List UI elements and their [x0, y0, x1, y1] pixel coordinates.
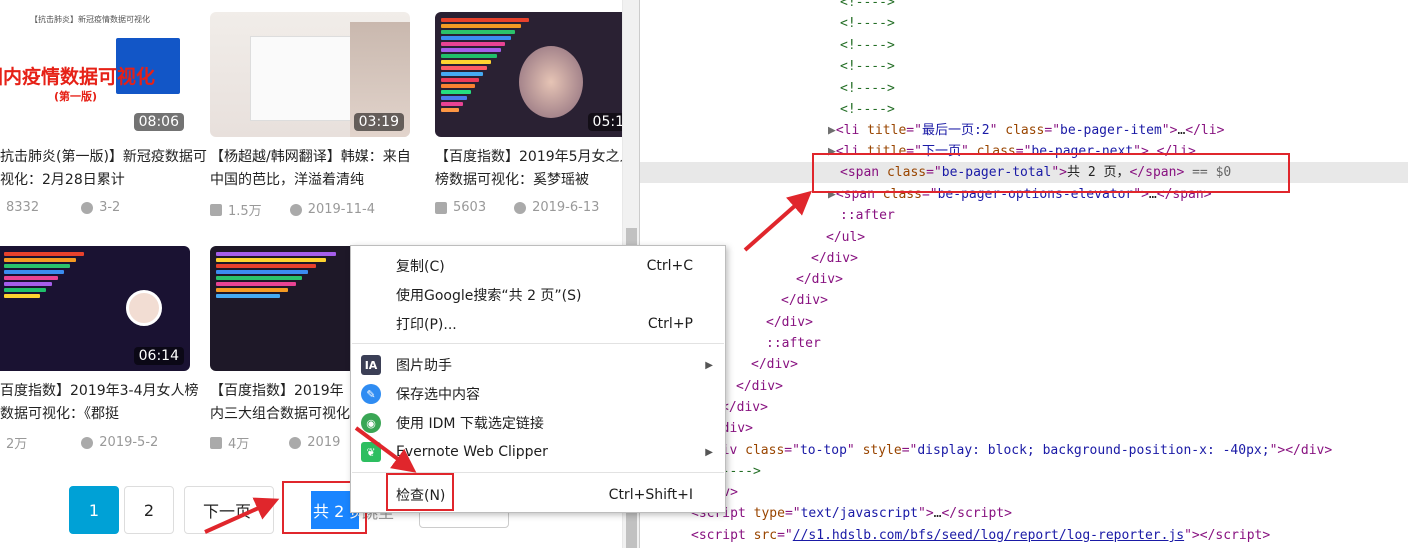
upload-date: 2019-11-4	[307, 202, 375, 217]
view-count: 1.5万	[228, 204, 262, 219]
video-meta: 2万 2019-5-2	[6, 433, 158, 452]
context-menu[interactable]: 复制(C) Ctrl+C 使用Google搜索“共 2 页”(S) 打印(P).…	[350, 245, 726, 513]
dom-close-div[interactable]: </div>	[640, 397, 1408, 418]
next-page-button[interactable]: 下一页	[184, 486, 274, 534]
clock-icon	[81, 201, 94, 214]
menu-item-copy[interactable]: 复制(C) Ctrl+C	[351, 252, 725, 280]
dom-close-div[interactable]: </div>	[640, 312, 1408, 333]
clock-icon	[514, 201, 527, 214]
video-meta: 1.5万 2019-11-4	[210, 200, 375, 219]
video-meta: 4万 2019	[210, 433, 340, 452]
dom-close-div[interactable]: </div>	[640, 482, 1408, 503]
page-1-button[interactable]: 1	[69, 486, 119, 534]
dom-close-div[interactable]: </div>	[640, 376, 1408, 397]
upload-date: 2019	[307, 435, 341, 450]
menu-item-save-selection[interactable]: ✎ 保存选中内容	[351, 380, 725, 408]
dom-close-div[interactable]: </div>	[640, 354, 1408, 375]
pen-icon: ✎	[361, 384, 381, 404]
dom-comment[interactable]: <!---->	[640, 99, 1408, 120]
dom-comment[interactable]: <!---->	[640, 56, 1408, 77]
idm-globe-icon: ◉	[361, 413, 381, 433]
dom-close-div[interactable]: </div>	[640, 290, 1408, 311]
menu-item-print[interactable]: 打印(P)... Ctrl+P	[351, 310, 725, 338]
video-thumbnail[interactable]: 03:19	[210, 12, 410, 137]
evernote-icon: ❦	[361, 442, 381, 462]
dom-node-span-elevator[interactable]: ▶<span class="be-pager-options-elevator"…	[640, 184, 1408, 205]
dom-pseudo-after[interactable]: ::after	[640, 333, 1408, 354]
video-title[interactable]: 【百度指数】2019年内三大组合数据可视化	[210, 380, 350, 426]
menu-item-google-search[interactable]: 使用Google搜索“共 2 页”(S)	[351, 281, 725, 309]
video-duration: 03:19	[353, 113, 404, 131]
clock-icon	[289, 203, 302, 216]
dom-comment[interactable]: <!---->	[640, 78, 1408, 99]
video-thumbnail[interactable]: 【抗击肺炎】新冠疫情数据可视化 国内疫情数据可视化 (第一版) 08:06	[0, 12, 190, 137]
bar-chart-graphic	[4, 252, 84, 300]
view-count: 8332	[6, 200, 40, 215]
dom-close-div[interactable]: </div>	[640, 248, 1408, 269]
video-title[interactable]: 百度指数】2019年3-4月女人榜数据可视化：《郡挺	[0, 380, 210, 426]
submenu-arrow-icon: ▶	[705, 359, 713, 371]
video-duration: 08:06	[133, 113, 184, 131]
dom-close-div[interactable]: </div>	[640, 269, 1408, 290]
devtools-elements-panel: ••• <!----> <!----> <!----> <!----> <!--…	[639, 0, 1408, 548]
play-icon	[435, 201, 447, 214]
dom-node-li-last[interactable]: ▶<li title="最后一页:2" class="be-pager-item…	[640, 120, 1408, 141]
menu-separator	[352, 472, 724, 473]
clock-icon	[81, 436, 94, 449]
video-thumbnail[interactable]: 05:1	[435, 12, 622, 137]
play-icon	[210, 436, 222, 449]
view-count: 5603	[453, 200, 487, 215]
upload-date: 2019-6-13	[532, 200, 600, 215]
menu-item-inspect[interactable]: 检查(N) Ctrl+Shift+I	[351, 481, 725, 509]
dom-comment[interactable]: <!---->	[640, 13, 1408, 34]
dom-comment[interactable]: <!---->	[640, 35, 1408, 56]
dom-close-ul[interactable]: </ul>	[640, 227, 1408, 248]
menu-item-image-assistant[interactable]: IA 图片助手 ▶	[351, 351, 725, 379]
video-duration: 05:1	[587, 113, 622, 131]
dom-node-script[interactable]: <script type="text/javascript">…</script…	[640, 503, 1408, 524]
bar-chart-graphic	[441, 18, 529, 114]
dom-node-span-total[interactable]: <span class="be-pager-total">共 2 页，</spa…	[640, 162, 1408, 183]
thumbnail-subtext: (第一版)	[54, 90, 98, 103]
dom-node-div-to-top[interactable]: <div class="to-top" style="display: bloc…	[640, 440, 1408, 461]
dom-comment[interactable]: <!---->	[640, 461, 1408, 482]
upload-date: 2019-5-2	[99, 435, 159, 450]
video-title[interactable]: 【杨超越/韩网翻译】韩媒：来自中国的芭比，洋溢着清纯	[210, 146, 420, 192]
thumbnail-person	[126, 290, 162, 326]
video-meta: 8332 3-2	[6, 200, 120, 215]
dom-node-script-src[interactable]: <script src="//s1.hdslb.com/bfs/seed/log…	[640, 525, 1408, 546]
thumbnail-header: 【抗击肺炎】新冠疫情数据可视化	[30, 15, 150, 24]
menu-item-idm-download[interactable]: ◉ 使用 IDM 下载选定链接	[351, 409, 725, 437]
dom-node-li-next[interactable]: ▶<li title="下一页" class="be-pager-next">……	[640, 141, 1408, 162]
video-duration: 06:14	[133, 347, 184, 365]
video-thumbnail[interactable]: 06:14	[0, 246, 190, 371]
video-title[interactable]: 【百度指数】2019年5月女之人榜数据可视化：奚梦瑶被	[435, 146, 622, 192]
thumbnail-screen	[250, 36, 360, 121]
image-assistant-icon: IA	[361, 355, 381, 375]
dom-close-div[interactable]: </div>	[640, 418, 1408, 439]
thumbnail-person	[519, 46, 583, 118]
upload-date: 3-2	[99, 200, 121, 215]
thumbnail-text: 国内疫情数据可视化	[0, 66, 156, 88]
menu-item-evernote[interactable]: ❦ Evernote Web Clipper ▶	[351, 438, 725, 466]
dom-pseudo-after[interactable]: ::after	[640, 205, 1408, 226]
dom-comment[interactable]: <!---->	[640, 0, 1408, 13]
menu-separator	[352, 343, 724, 344]
bar-chart-graphic	[216, 252, 336, 300]
video-title[interactable]: 抗击肺炎(第一版)】新冠疫数据可视化：2月28日累计	[0, 146, 210, 192]
play-icon	[210, 203, 222, 216]
page-2-button[interactable]: 2	[124, 486, 174, 534]
view-count: 2万	[6, 437, 28, 452]
submenu-arrow-icon: ▶	[705, 446, 713, 458]
video-meta: 5603 2019-6-13	[435, 200, 599, 215]
view-count: 4万	[228, 437, 250, 452]
clock-icon	[289, 436, 302, 449]
